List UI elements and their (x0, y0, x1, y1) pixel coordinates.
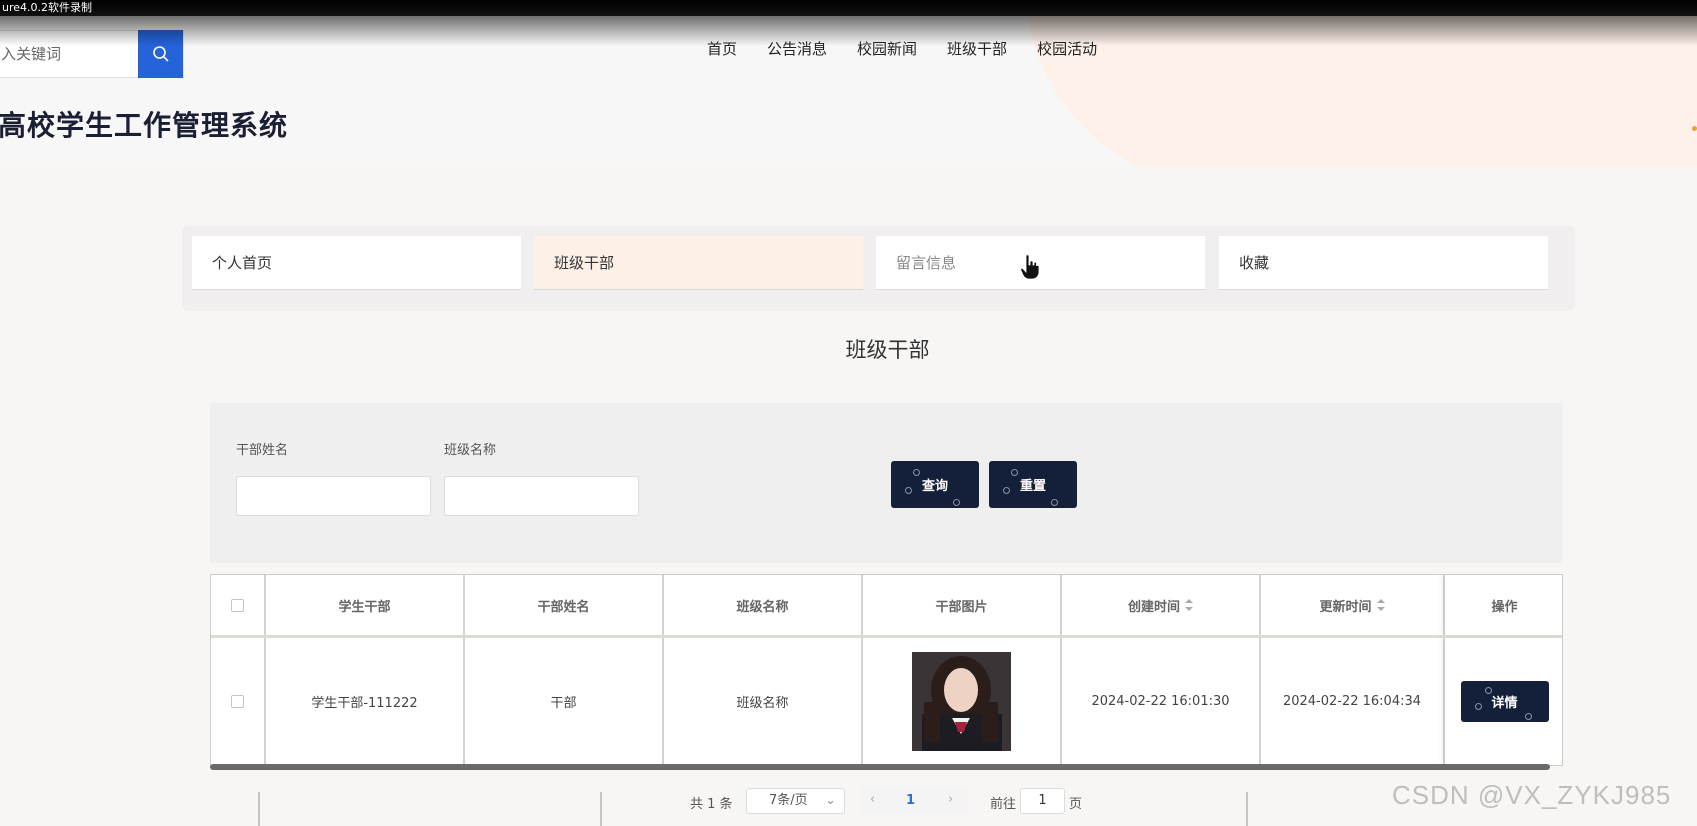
column-header: 操作 (1445, 575, 1562, 635)
page-size-select[interactable]: 7条/页 ⌄ (746, 788, 845, 814)
page-size-value: 7条/页 (769, 793, 808, 808)
header-dot (1692, 126, 1697, 131)
query-button[interactable]: 查询 (891, 461, 979, 508)
detail-button-label: 详情 (1491, 696, 1518, 711)
button-ring (1484, 687, 1492, 694)
reset-button[interactable]: 重置 (989, 461, 1077, 508)
search-box (0, 30, 184, 78)
goto-label: 前往 (990, 797, 1017, 812)
cadre-table: 学生干部 干部姓名 班级名称 干部图片 创建时间 更新时间 操作 学生干部-11… (210, 574, 1563, 766)
table-cell: 干部 (465, 638, 664, 765)
site-header: 首页 公告消息 校园新闻 班级干部 校园活动 高校学生工作管理系统 (0, 16, 1697, 166)
button-ring (953, 499, 960, 506)
column-header: 班级名称 (664, 575, 863, 635)
cadre-photo[interactable] (912, 652, 1011, 751)
button-ring (1051, 499, 1058, 506)
page-jump-input[interactable]: 1 (1020, 788, 1065, 814)
nav-home[interactable]: 首页 (707, 38, 737, 59)
button-ring (1474, 703, 1482, 710)
cadre-name-label: 干部姓名 (236, 443, 289, 458)
row-select (211, 638, 266, 765)
table-cell-photo (863, 638, 1062, 765)
chevron-down-icon: ⌄ (825, 793, 836, 808)
button-ring (1011, 469, 1018, 476)
query-button-label: 查询 (921, 479, 948, 494)
table-cell: 学生干部-111222 (266, 638, 465, 765)
button-ring (905, 487, 912, 494)
column-header: 干部图片 (863, 575, 1062, 635)
cadre-name-input[interactable] (236, 476, 431, 516)
user-center-tabs: 个人首页 班级干部 留言信息 收藏 (182, 226, 1575, 311)
watermark: CSDN @VX_ZYKJ985 (1392, 780, 1672, 810)
nav-campus-news[interactable]: 校园新闻 (857, 38, 917, 59)
table-horizontal-scrollbar[interactable] (210, 764, 1550, 770)
tab-favorites[interactable]: 收藏 (1219, 236, 1548, 290)
decorative-spire (258, 792, 260, 826)
table-cell: 2024-02-22 16:01:30 (1062, 638, 1261, 765)
button-ring (1003, 487, 1010, 494)
site-title: 高校学生工作管理系统 (0, 109, 289, 142)
search-button[interactable] (138, 30, 183, 78)
column-header: 干部姓名 (465, 575, 664, 635)
hand-cursor-icon (1020, 254, 1040, 280)
column-header-created[interactable]: 创建时间 (1062, 575, 1261, 635)
column-header-label: 创建时间 (1127, 599, 1180, 615)
portrait-image (912, 652, 1011, 751)
decorative-spire (600, 792, 602, 826)
tab-class-cadres[interactable]: 班级干部 (534, 236, 863, 290)
class-name-label: 班级名称 (444, 443, 497, 458)
button-ring (1524, 713, 1532, 720)
reset-button-label: 重置 (1019, 479, 1046, 494)
nav-announcements[interactable]: 公告消息 (767, 38, 827, 59)
page-number-current[interactable]: 1 (906, 793, 915, 808)
button-ring (913, 469, 920, 476)
column-header-updated[interactable]: 更新时间 (1261, 575, 1445, 635)
column-header-label: 更新时间 (1319, 599, 1372, 615)
page-unit-label: 页 (1069, 797, 1083, 812)
row-checkbox[interactable] (231, 695, 244, 708)
table-cell: 班级名称 (664, 638, 863, 765)
prev-page-button[interactable]: ‹ (870, 792, 875, 807)
page-title: 班级干部 (845, 338, 930, 362)
nav-campus-activities[interactable]: 校园活动 (1037, 38, 1097, 59)
search-icon (152, 46, 169, 62)
detail-button[interactable]: 详情 (1460, 681, 1549, 722)
main-nav: 首页 公告消息 校园新闻 班级干部 校园活动 (707, 38, 1097, 59)
page-list: ‹ 1 › (860, 788, 967, 814)
recorder-title-bar: ure4.0.2软件录制 (0, 0, 1697, 16)
tab-messages[interactable]: 留言信息 (876, 236, 1205, 290)
decorative-spire (1246, 792, 1248, 826)
table-cell-actions: 详情 (1445, 638, 1562, 765)
sort-icon[interactable] (1376, 599, 1385, 611)
sort-icon[interactable] (1185, 599, 1193, 611)
next-page-button[interactable]: › (948, 792, 953, 807)
nav-class-cadres[interactable]: 班级干部 (947, 38, 1007, 59)
total-count: 共 1 条 (690, 797, 733, 812)
column-header: 学生干部 (266, 575, 465, 635)
header-decoration (1025, 16, 1697, 166)
select-all-checkbox[interactable] (231, 598, 244, 612)
header-select-all (211, 575, 266, 635)
tab-personal-home[interactable]: 个人首页 (192, 236, 521, 290)
search-input[interactable] (0, 31, 138, 77)
filter-panel: 干部姓名 班级名称 查询 重置 (210, 403, 1563, 563)
table-cell: 2024-02-22 16:04:34 (1261, 638, 1445, 765)
class-name-input[interactable] (444, 476, 639, 516)
